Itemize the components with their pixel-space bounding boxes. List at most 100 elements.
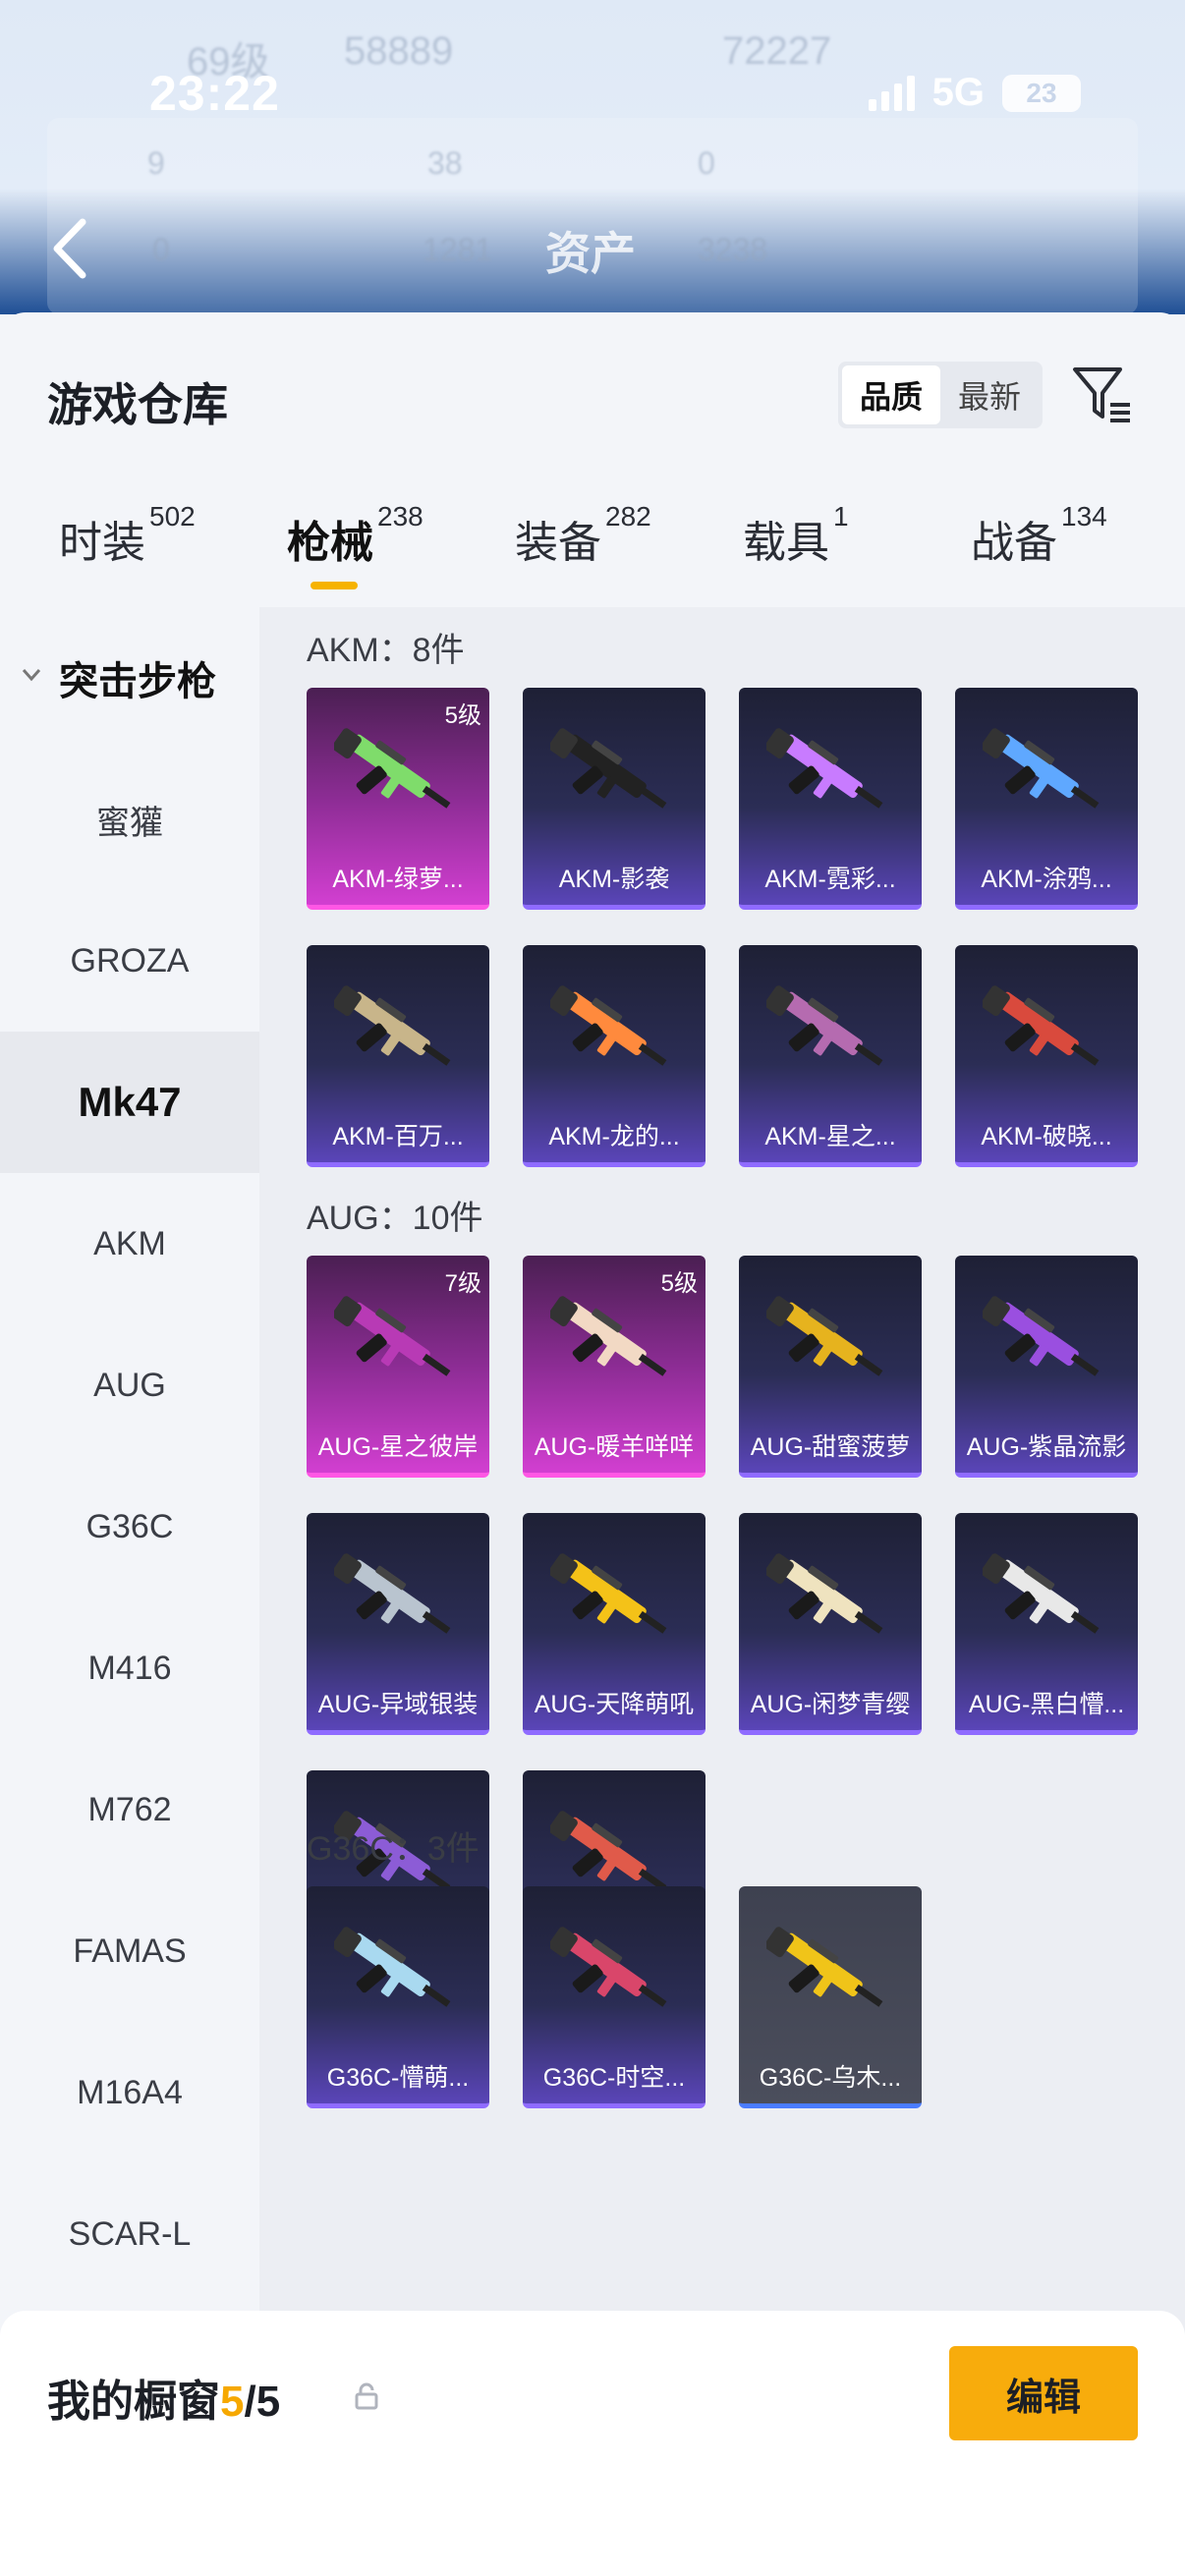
sidebar-item-famas[interactable]: FAMAS (0, 1880, 259, 2022)
sidebar-item-m416[interactable]: M416 (0, 1597, 259, 1739)
weapon-skin-card[interactable]: 5级 AUG-暖羊咩咩 (523, 1256, 705, 1478)
weapon-skin-image (983, 1553, 1100, 1634)
weapon-skin-card[interactable]: AKM-龙的... (523, 945, 705, 1167)
sidebar-item-groza[interactable]: GROZA (0, 890, 259, 1032)
weapon-skin-card[interactable]: AUG-黑白懵... (955, 1513, 1138, 1735)
weapon-skin-card[interactable]: AKM-影袭 (523, 688, 705, 910)
tab-label: 载具 (743, 519, 829, 567)
sidebar-item-honey-badger[interactable]: 蜜獾 (0, 749, 259, 890)
my-showcase-bar: 我的橱窗5/5 编辑 (0, 2311, 1185, 2576)
tab-label: 时装 (59, 519, 145, 567)
showcase-label: 我的橱窗 (47, 2378, 220, 2426)
section-title: G36C：3件 (307, 1830, 480, 1868)
weapon-skin-card[interactable]: AKM-百万... (307, 945, 489, 1167)
skin-name: AUG-甜蜜菠萝 (750, 1433, 911, 1461)
showcase-total-count: 5 (255, 2378, 281, 2426)
weapon-skin-card[interactable]: AKM-星之... (739, 945, 922, 1167)
tab-count: 502 (149, 501, 196, 532)
weapon-skin-image (766, 985, 883, 1066)
chevron-down-icon (22, 669, 41, 682)
weapon-skin-card[interactable]: 5级 AKM-绿萝... (307, 688, 489, 910)
edit-button[interactable]: 编辑 (949, 2346, 1138, 2440)
skin-name: G36C-懵萌... (326, 2064, 470, 2092)
player-coins: 58889 (344, 29, 454, 73)
sidebar-item-g36c[interactable]: G36C (0, 1456, 259, 1597)
sort-toggle: 品质 最新 (838, 362, 1043, 428)
weapon-skin-image (983, 1296, 1100, 1376)
weapon-grid: AKM：8件 5级 AKM-绿萝... AKM-影袭 AKM-霓彩... AKM-涂鸦..… (259, 607, 1185, 2576)
sidebar-item-mk47[interactable]: Mk47 (0, 1032, 259, 1173)
weapon-skin-card[interactable]: AUG-天降萌吼 (523, 1513, 705, 1735)
sort-latest-button[interactable]: 最新 (940, 365, 1039, 424)
filter-icon[interactable] (1069, 362, 1134, 426)
section-title: AKM：8件 (307, 632, 465, 669)
weapon-skin-image (983, 728, 1100, 809)
tab-fashion[interactable]: 时装502 (59, 501, 196, 605)
weapon-skin-card[interactable]: AUG-甜蜜菠萝 (739, 1256, 922, 1478)
weapon-skin-image (766, 1553, 883, 1634)
weapon-skin-card[interactable]: AUG-异域银装 (307, 1513, 489, 1735)
skin-name: AKM-破晓... (981, 1123, 1112, 1150)
weapon-skin-image (550, 1296, 667, 1376)
tab-label: 装备 (515, 519, 601, 567)
weapon-skin-image (550, 1927, 667, 2007)
skin-name: AUG-天降萌吼 (534, 1691, 695, 1718)
tab-firearms[interactable]: 枪械238 (287, 501, 423, 605)
weapon-skin-card[interactable]: G36C-时空... (523, 1886, 705, 2108)
tab-label: 战备 (971, 519, 1057, 567)
sort-quality-button[interactable]: 品质 (842, 365, 940, 424)
skin-level-badge: 5级 (444, 702, 481, 729)
sidebar-group-assault-rifles[interactable]: 突击步枪 (0, 607, 259, 749)
weapon-skin-card[interactable]: AKM-涂鸦... (955, 688, 1138, 910)
stat-value: 9 (147, 145, 165, 181)
battery-icon: 23 (1002, 74, 1081, 112)
weapon-skin-image (334, 985, 451, 1066)
weapon-skin-image (983, 985, 1100, 1066)
active-tab-indicator (310, 582, 358, 589)
skin-name: AKM-涂鸦... (981, 866, 1112, 893)
tab-count: 134 (1061, 501, 1107, 532)
status-time: 23:22 (149, 66, 280, 121)
skin-level-badge: 7级 (444, 1270, 481, 1297)
weapon-skin-card[interactable]: AKM-霓彩... (739, 688, 922, 910)
weapon-skin-image (550, 728, 667, 809)
skin-name: AUG-异域银装 (317, 1691, 479, 1718)
category-tabs: 时装502 枪械238 装备282 载具1 战备134 (0, 501, 1185, 605)
back-arrow-icon[interactable] (45, 214, 94, 283)
skin-name: AUG-黑白懵... (968, 1691, 1125, 1718)
page-title: 资产 (545, 228, 636, 279)
sheet-title: 游戏仓库 (47, 379, 228, 430)
stat-value: 0 (152, 232, 170, 267)
weapon-skin-image (334, 728, 451, 809)
weapon-skin-image (334, 1296, 451, 1376)
sidebar-item-aug[interactable]: AUG (0, 1315, 259, 1456)
weapon-skin-card[interactable]: G36C-乌木... (739, 1886, 922, 2108)
player-points: 72227 (722, 29, 832, 73)
skin-name: AKM-影袭 (558, 866, 670, 893)
skin-name: AUG-闲梦青缨 (750, 1691, 911, 1718)
weapon-skin-card[interactable]: 7级 AUG-星之彼岸 (307, 1256, 489, 1478)
weapon-skin-card[interactable]: AKM-破晓... (955, 945, 1138, 1167)
weapon-skin-image (550, 1553, 667, 1634)
sidebar-item-m762[interactable]: M762 (0, 1739, 259, 1880)
tab-equipment[interactable]: 装备282 (515, 501, 651, 605)
sidebar-item-akm[interactable]: AKM (0, 1173, 259, 1315)
weapon-type-sidebar: 突击步枪 蜜獾 GROZA Mk47 AKM AUG G36C M416 M76… (0, 607, 259, 2576)
showcase-separator: / (244, 2378, 256, 2426)
sidebar-group-label: 突击步枪 (59, 660, 216, 703)
weapon-skin-card[interactable]: AUG-闲梦青缨 (739, 1513, 922, 1735)
tab-battle-gear[interactable]: 战备134 (971, 501, 1107, 605)
sidebar-item-scar-l[interactable]: SCAR-L (0, 2163, 259, 2305)
sidebar-item-m16a4[interactable]: M16A4 (0, 2022, 259, 2163)
tab-vehicles[interactable]: 载具1 (743, 501, 849, 605)
weapon-skin-image (334, 1927, 451, 2007)
tab-count: 238 (377, 501, 423, 532)
skin-name: G36C-乌木... (759, 2064, 902, 2092)
signal-icon (868, 75, 915, 111)
assets-stat-panel (47, 118, 1138, 314)
weapon-skin-card[interactable]: G36C-懵萌... (307, 1886, 489, 2108)
tab-count: 282 (605, 501, 651, 532)
section-title: AUG：10件 (307, 1200, 483, 1237)
weapon-skin-card[interactable]: AUG-紫晶流影 (955, 1256, 1138, 1478)
game-warehouse-sheet: 游戏仓库 品质 最新 时装502 枪械238 装备282 载具1 战备134 突 (0, 312, 1185, 2576)
